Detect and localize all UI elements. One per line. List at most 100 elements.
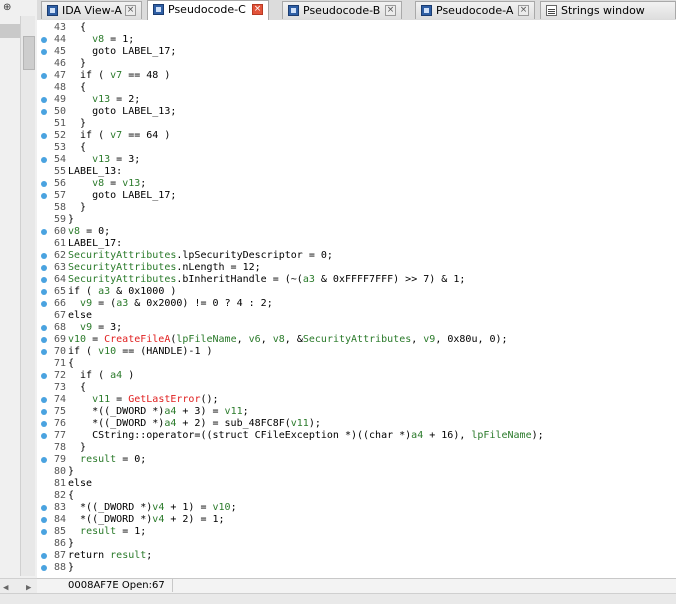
variable[interactable]: v13 — [92, 94, 110, 105]
tab-ida-view-a[interactable]: IDA View-A × — [41, 1, 142, 19]
pseudocode-view[interactable]: 43 {44 v8 = 1; 45 goto LABEL_17; 46 } 47 if… — [37, 20, 676, 578]
code-text[interactable]: v10 = CreateFileA(lpFileName, v6, v8, &S… — [68, 334, 508, 346]
code-line[interactable]: 67 else — [37, 310, 676, 322]
code-text[interactable]: goto LABEL_17; — [68, 46, 176, 58]
variable[interactable]: SecurityAttributes — [68, 250, 176, 261]
code-text[interactable]: } — [68, 562, 74, 574]
code-line[interactable]: 52 if ( v7 == 64 ) — [37, 130, 676, 142]
selected-list-row[interactable] — [0, 24, 20, 38]
code-text[interactable]: *((_DWORD *)a4 + 3) = v11; — [68, 406, 249, 418]
code-line[interactable]: 64 SecurityAttributes.bInheritHandle = (~… — [37, 274, 676, 286]
code-text[interactable]: v13 = 3; — [68, 154, 140, 166]
code-text[interactable]: v8 = 1; — [68, 34, 134, 46]
code-line[interactable]: 58 } — [37, 202, 676, 214]
code-text[interactable]: } — [68, 214, 74, 226]
code-text[interactable]: *((_DWORD *)v4 + 1) = v10; — [68, 502, 237, 514]
variable[interactable]: v11 — [291, 418, 309, 429]
variable[interactable]: a3 — [116, 298, 128, 309]
code-line[interactable]: 50 goto LABEL_13; — [37, 106, 676, 118]
code-text[interactable]: result = 0; — [68, 454, 146, 466]
code-text[interactable]: *((_DWORD *)a4 + 2) = sub_48FC8F(v11); — [68, 418, 321, 430]
variable[interactable]: v9 — [80, 322, 92, 333]
function-call[interactable]: CreateFileA — [104, 334, 170, 345]
code-line[interactable]: 73 { — [37, 382, 676, 394]
code-line[interactable]: 55 LABEL_13: — [37, 166, 676, 178]
code-text[interactable]: return result; — [68, 550, 152, 562]
code-text[interactable]: v9 = 3; — [68, 322, 122, 334]
variable[interactable]: v10 — [98, 346, 116, 357]
code-line[interactable]: 48 { — [37, 82, 676, 94]
code-line[interactable]: 70 if ( v10 == (HANDLE)-1 ) — [37, 346, 676, 358]
variable[interactable]: SecurityAttributes — [68, 262, 176, 273]
code-text[interactable]: LABEL_13: — [68, 166, 122, 178]
code-line[interactable]: 46 } — [37, 58, 676, 70]
code-text[interactable]: *((_DWORD *)v4 + 2) = 1; — [68, 514, 225, 526]
variable[interactable]: v6 — [249, 334, 261, 345]
code-text[interactable]: { — [68, 22, 86, 34]
close-icon[interactable]: × — [125, 5, 136, 16]
variable[interactable]: v8 — [92, 34, 104, 45]
code-text[interactable]: { — [68, 490, 74, 502]
variable[interactable]: a4 — [411, 430, 423, 441]
variable[interactable]: v7 — [110, 70, 122, 81]
code-text[interactable]: } — [68, 538, 74, 550]
code-text[interactable]: result = 1; — [68, 526, 146, 538]
code-text[interactable]: { — [68, 358, 74, 370]
variable[interactable]: v4 — [152, 514, 164, 525]
code-text[interactable]: v11 = GetLastError(); — [68, 394, 218, 406]
variable[interactable]: v11 — [225, 406, 243, 417]
code-line[interactable]: 65 if ( a3 & 0x1000 ) — [37, 286, 676, 298]
variable[interactable]: v11 — [92, 394, 110, 405]
code-text[interactable]: if ( v7 == 48 ) — [68, 70, 170, 82]
variable[interactable]: result — [80, 454, 116, 465]
code-line[interactable]: 61 LABEL_17: — [37, 238, 676, 250]
code-line[interactable]: 53 { — [37, 142, 676, 154]
code-line[interactable]: 88} — [37, 562, 676, 574]
code-text[interactable]: SecurityAttributes.nLength = 12; — [68, 262, 261, 274]
code-text[interactable]: if ( v10 == (HANDLE)-1 ) — [68, 346, 213, 358]
variable[interactable]: result — [110, 550, 146, 561]
code-line[interactable]: 69 v10 = CreateFileA(lpFileName, v6, v8, … — [37, 334, 676, 346]
variable[interactable]: v10 — [213, 502, 231, 513]
variable[interactable]: a4 — [110, 370, 122, 381]
tab-strings-window[interactable]: Strings window — [540, 1, 676, 19]
close-icon[interactable]: × — [385, 5, 396, 16]
code-line[interactable]: 66 v9 = (a3 & 0x2000) != 0 ? 4 : 2; — [37, 298, 676, 310]
code-line[interactable]: 86} — [37, 538, 676, 550]
code-line[interactable]: 54 v13 = 3; — [37, 154, 676, 166]
code-line[interactable]: 81 else — [37, 478, 676, 490]
code-text[interactable]: { — [68, 82, 86, 94]
variable[interactable]: a3 — [98, 286, 110, 297]
code-text[interactable]: } — [68, 58, 86, 70]
code-text[interactable]: v9 = (a3 & 0x2000) != 0 ? 4 : 2; — [68, 298, 273, 310]
code-line[interactable]: 76 *((_DWORD *)a4 + 2) = sub_48FC8F(v11)… — [37, 418, 676, 430]
code-line[interactable]: 83 *((_DWORD *)v4 + 1) = v10; — [37, 502, 676, 514]
variable[interactable]: v8 — [92, 178, 104, 189]
variable[interactable]: result — [80, 526, 116, 537]
variable[interactable]: v8 — [68, 226, 80, 237]
code-text[interactable]: LABEL_17: — [68, 238, 122, 250]
variable[interactable]: a3 — [303, 274, 315, 285]
variable[interactable]: v13 — [92, 154, 110, 165]
close-icon[interactable]: × — [252, 4, 263, 15]
variable[interactable]: v9 — [423, 334, 435, 345]
variable[interactable]: lpFileName — [176, 334, 236, 345]
code-line[interactable]: 51 } — [37, 118, 676, 130]
code-line[interactable]: 60 v8 = 0; — [37, 226, 676, 238]
variable[interactable]: v7 — [110, 130, 122, 141]
scroll-right-icon[interactable]: ▶ — [26, 583, 31, 593]
code-line[interactable]: 47 if ( v7 == 48 ) — [37, 70, 676, 82]
code-line[interactable]: 82{ — [37, 490, 676, 502]
code-line[interactable]: 71{ — [37, 358, 676, 370]
code-text[interactable]: else — [68, 478, 92, 490]
code-text[interactable]: goto LABEL_13; — [68, 106, 176, 118]
scroll-left-icon[interactable]: ◀ — [3, 583, 8, 593]
tab-pseudocode-c[interactable]: Pseudocode-C × — [147, 0, 269, 21]
close-icon[interactable]: × — [518, 5, 529, 16]
variable[interactable]: v10 — [68, 334, 86, 345]
code-text[interactable]: { — [68, 382, 86, 394]
code-line[interactable]: 74 v11 = GetLastError(); — [37, 394, 676, 406]
code-text[interactable]: } — [68, 118, 86, 130]
code-line[interactable]: 68 v9 = 3; — [37, 322, 676, 334]
code-line[interactable]: 59} — [37, 214, 676, 226]
